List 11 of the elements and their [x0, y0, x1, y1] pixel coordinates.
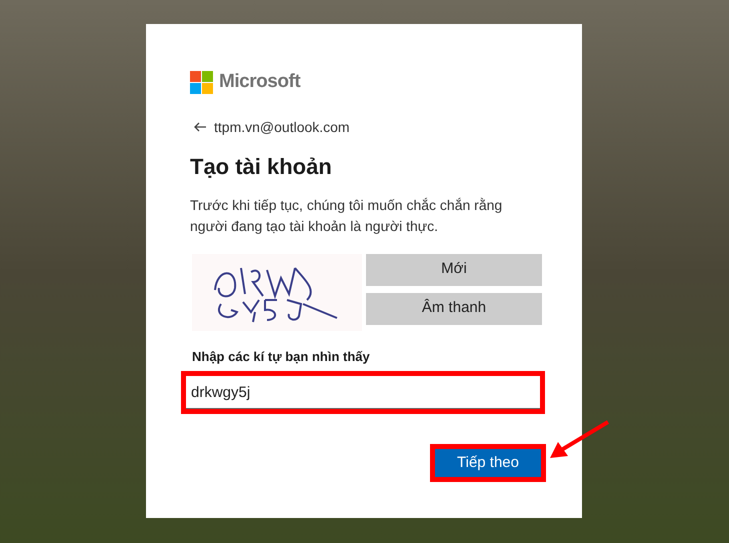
back-arrow-icon[interactable]	[194, 122, 206, 132]
page-title: Tạo tài khoản	[190, 152, 333, 180]
microsoft-logo-icon	[190, 70, 213, 94]
next-button[interactable]: Tiếp theo	[435, 449, 541, 477]
brand-name: Microsoft	[219, 70, 300, 94]
field-label: Nhập các kí tự bạn nhìn thấy	[192, 348, 371, 366]
description-text: Trước khi tiếp tục, chúng tôi muốn chắc chắn rằng người đang tạo tài khoản là người thực.	[190, 196, 504, 236]
captcha-option-button[interactable]: Âm thanh	[366, 292, 542, 324]
captcha-input-field[interactable]: drkwgy5j	[186, 376, 540, 409]
captcha-option-button[interactable]: Mới	[366, 254, 542, 286]
account-email: ttpm.vn@outlook.com	[214, 118, 350, 137]
